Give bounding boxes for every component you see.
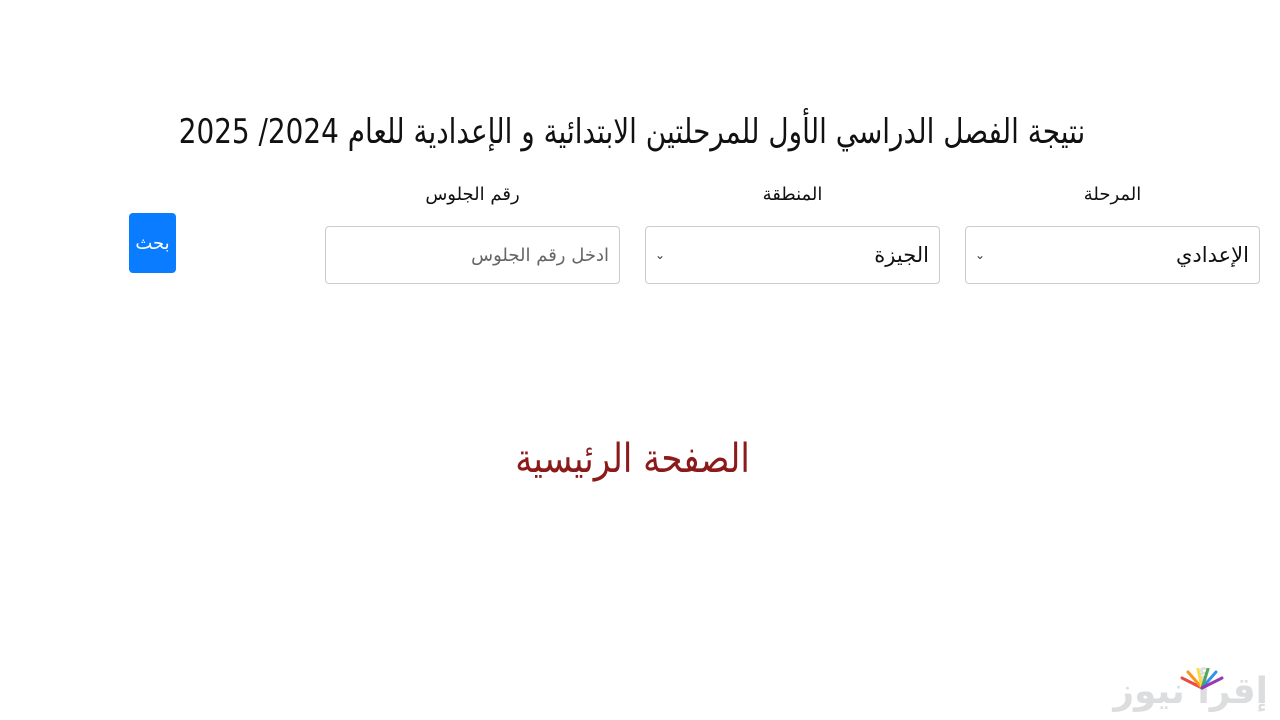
chevron-down-icon: ⌄ <box>974 248 986 262</box>
page: نتيجة الفصل الدراسي الأول للمرحلتين الاب… <box>0 0 1280 720</box>
region-selected-value: الجيزة <box>874 243 929 267</box>
search-button[interactable]: بحث <box>129 213 176 273</box>
stage-select[interactable]: الإعدادي ⌄ <box>965 226 1260 284</box>
home-link[interactable]: الصفحة الرئيسية <box>95 436 1170 482</box>
seat-number-label: رقم الجلوس <box>425 184 520 205</box>
fan-logo-icon <box>1180 668 1224 690</box>
stage-label: المرحلة <box>1083 184 1142 205</box>
seat-number-input[interactable] <box>325 226 620 284</box>
region-label: المنطقة <box>762 184 823 205</box>
chevron-down-icon: ⌄ <box>654 248 666 262</box>
page-title: نتيجة الفصل الدراسي الأول للمرحلتين الاب… <box>178 112 1086 152</box>
stage-selected-value: الإعدادي <box>1176 243 1249 267</box>
region-select[interactable]: الجيزة ⌄ <box>645 226 940 284</box>
